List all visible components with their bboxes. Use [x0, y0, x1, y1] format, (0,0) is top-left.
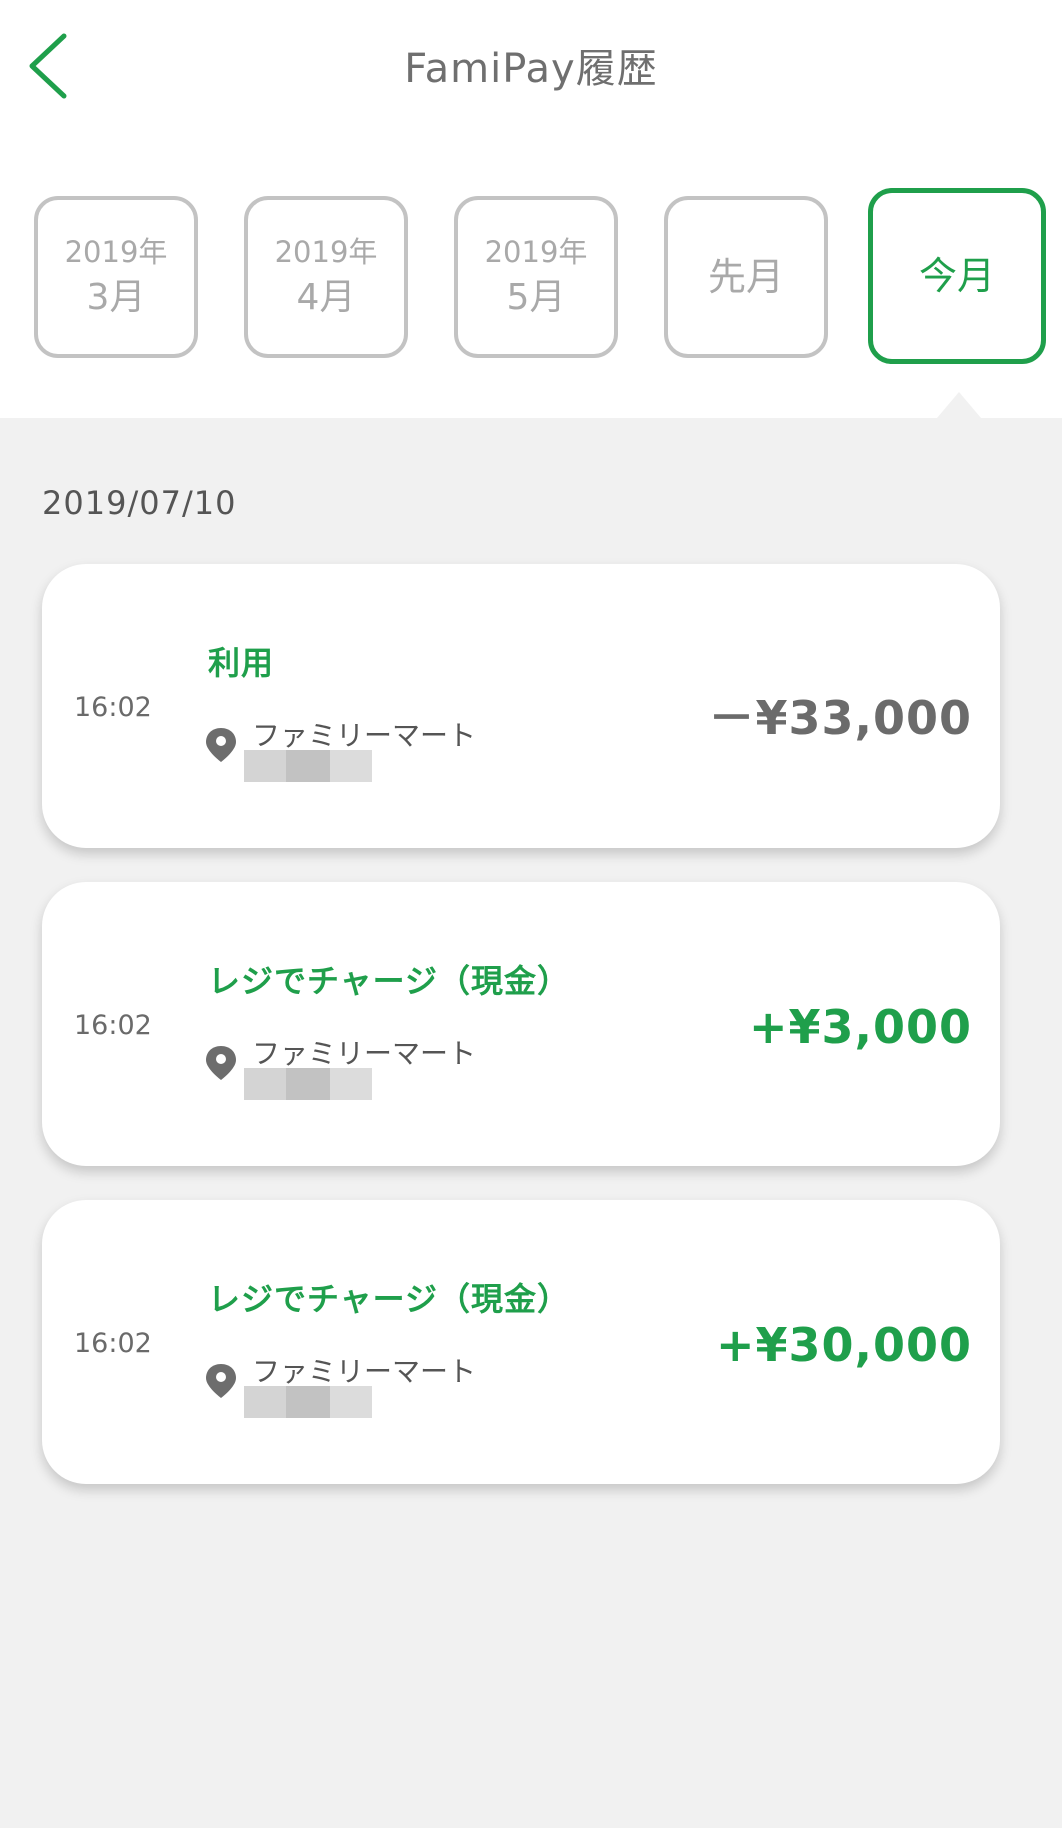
transaction-type: レジでチャージ（現金）: [208, 962, 571, 1000]
transaction-card[interactable]: 16:02 レジでチャージ（現金） ファミリーマート +¥3,000: [42, 882, 1000, 1166]
tab-month-label: 今月: [918, 254, 995, 298]
map-pin-icon: [206, 1046, 236, 1080]
transaction-amount: +¥30,000: [715, 1318, 972, 1372]
tab-month-label: 3月: [86, 277, 146, 318]
page-title: FamiPay履歴: [404, 46, 658, 92]
tab-month-2019-03[interactable]: 2019年 3月: [34, 196, 198, 358]
transaction-type: 利用: [208, 644, 275, 682]
store-name: ファミリーマート: [252, 1037, 477, 1070]
tab-year-label: 2019年: [484, 235, 588, 269]
tab-month-label: 5月: [506, 277, 566, 318]
tab-month-2019-05[interactable]: 2019年 5月: [454, 196, 618, 358]
tab-month-2019-04[interactable]: 2019年 4月: [244, 196, 408, 358]
tab-last-month[interactable]: 先月: [664, 196, 828, 358]
tab-year-label: 2019年: [274, 235, 378, 269]
store-name: ファミリーマート: [252, 1355, 477, 1388]
transaction-card[interactable]: 16:02 利用 ファミリーマート －¥33,000: [42, 564, 1000, 848]
transaction-amount: +¥3,000: [748, 1000, 972, 1054]
transaction-amount: －¥33,000: [708, 691, 972, 745]
transaction-time: 16:02: [74, 1010, 152, 1041]
tab-month-label: 先月: [707, 255, 784, 299]
store-name: ファミリーマート: [252, 719, 477, 752]
tab-year-label: 2019年: [64, 235, 168, 269]
tab-this-month[interactable]: 今月: [868, 188, 1046, 364]
map-pin-icon: [206, 728, 236, 762]
transaction-time: 16:02: [74, 1328, 152, 1359]
header-area: FamiPay履歴 2019年 3月 2019年 4月 2019年 5月 先月 …: [0, 0, 1062, 418]
redacted-location: [244, 1386, 372, 1418]
redacted-location: [244, 1068, 372, 1100]
tab-month-label: 4月: [296, 277, 356, 318]
date-heading: 2019/07/10: [42, 484, 237, 522]
map-pin-icon: [206, 1364, 236, 1398]
selected-tab-pointer: [937, 392, 981, 418]
transaction-card[interactable]: 16:02 レジでチャージ（現金） ファミリーマート +¥30,000: [42, 1200, 1000, 1484]
redacted-location: [244, 750, 372, 782]
transaction-type: レジでチャージ（現金）: [208, 1280, 571, 1318]
transaction-time: 16:02: [74, 692, 152, 723]
